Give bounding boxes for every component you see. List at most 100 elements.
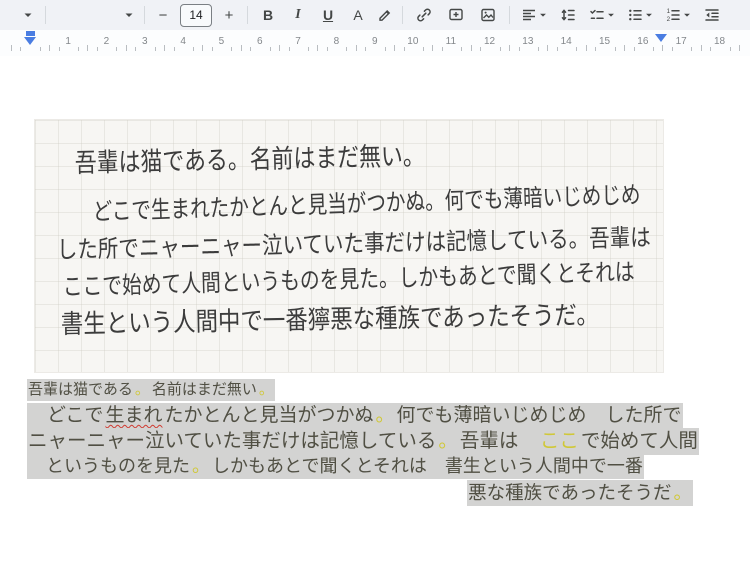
ruler-tick <box>585 45 587 51</box>
chevron-down-icon <box>684 13 690 17</box>
insert-link-icon[interactable] <box>408 2 440 28</box>
ocr-text-block[interactable]: 吾輩は猫である。名前はまだ無い。 どこで 生まれ たかとんと見当がつかぬ。何でも薄暗… <box>27 377 699 507</box>
ruler-tick <box>394 45 396 51</box>
ruler-unit-label: 16 <box>637 36 649 47</box>
ruler-unit-label: 15 <box>598 36 611 47</box>
ruler-unit-label: 9 <box>371 36 378 47</box>
ruler-tick <box>547 45 549 51</box>
ruler-tick <box>240 45 242 51</box>
ruler-tick <box>365 47 367 51</box>
align-button[interactable] <box>515 2 553 28</box>
add-comment-icon[interactable] <box>440 2 472 28</box>
ruler-unit-label: 1 <box>65 36 71 47</box>
checklist-button[interactable] <box>583 2 621 28</box>
styles-dropdown-caret-icon[interactable] <box>16 2 40 28</box>
ruler-tick <box>327 47 329 51</box>
ruler-tick <box>710 47 712 51</box>
ruler-tick <box>461 47 463 51</box>
highlight-pen-icon[interactable] <box>373 2 397 28</box>
ruler-tick <box>97 47 99 51</box>
first-line-indent-marker[interactable] <box>26 31 35 36</box>
toolbar-separator <box>509 6 510 24</box>
ruler-tick <box>135 47 137 51</box>
ruler-tick <box>20 47 22 51</box>
ruler-unit-label: 10 <box>407 36 419 47</box>
line-spacing-icon[interactable] <box>553 2 583 28</box>
ocr-text: 名前はまだ無い <box>150 379 258 401</box>
bold-button[interactable]: B <box>253 2 283 28</box>
ruler-tick <box>576 47 578 51</box>
ruler-tick <box>49 45 51 51</box>
ocr-low-confidence-text: ここ <box>538 427 580 455</box>
ruler-tick <box>307 47 309 51</box>
chevron-down-icon <box>646 13 652 17</box>
ruler-tick <box>557 47 559 51</box>
ruler-unit-label: 7 <box>295 36 301 47</box>
ruler-tick <box>509 45 511 51</box>
ocr-text: ニャーニャー泣いていた事だけは記憶している <box>27 427 438 455</box>
bulleted-list-button[interactable] <box>621 2 659 28</box>
ocr-text: 吾輩は猫である <box>27 379 134 401</box>
ruler-tick <box>288 47 290 51</box>
ruler-tick <box>384 47 386 51</box>
toolbar: − 14 + B I U A 1 2 <box>0 0 750 30</box>
ruler-tick <box>279 45 281 51</box>
ruler-tick <box>77 47 79 51</box>
ruler-tick <box>729 47 731 51</box>
ruler-tick <box>432 45 434 51</box>
chevron-down-icon <box>125 13 133 17</box>
ruler-tick <box>480 47 482 51</box>
ruler-unit-label: 12 <box>483 36 496 47</box>
ruler-tick <box>202 45 204 51</box>
italic-button[interactable]: I <box>283 2 313 28</box>
ruler-unit-label: 3 <box>141 36 148 47</box>
ocr-line[interactable]: ニャーニャー泣いていた事だけは記憶している。吾輩は ここ で始めて人間 <box>27 427 699 455</box>
numbered-list-button[interactable]: 1 2 <box>659 2 697 28</box>
text-color-button[interactable]: A <box>343 2 373 28</box>
ocr-line[interactable]: というものを見た。しかもあとで聞くとそれは 書生という人間中で一番 <box>27 454 693 480</box>
ocr-low-confidence-text: 。 <box>672 480 693 507</box>
left-indent-marker[interactable] <box>24 37 36 45</box>
underline-button[interactable]: U <box>313 2 343 28</box>
ruler-tick <box>739 45 741 51</box>
insert-image-icon[interactable] <box>472 2 504 28</box>
font-family-dropdown[interactable] <box>51 3 139 27</box>
indent-icon[interactable] <box>697 2 727 28</box>
ocr-text: というものを見た <box>27 454 191 480</box>
chevron-down-icon <box>608 13 614 17</box>
ruler-unit-label: 13 <box>522 36 534 47</box>
right-indent-marker[interactable] <box>655 34 667 42</box>
ruler-tick <box>499 47 501 51</box>
decrease-font-size-button[interactable]: − <box>150 2 176 28</box>
toolbar-separator <box>144 6 145 24</box>
increase-font-size-button[interactable]: + <box>216 2 242 28</box>
handwriting-svg: 吾輩は猫である。名前はまだ無い。どこで生まれたかとんと見当がつかぬ。何でも薄暗い… <box>57 141 651 339</box>
handwritten-note-image[interactable]: 吾輩は猫である。名前はまだ無い。 どこで生まれたかとんと見当がつかぬ。何でも薄暗い… <box>34 119 664 373</box>
ruler-tick <box>691 47 693 51</box>
ocr-line[interactable]: 悪な種族であったそうだ。 <box>27 480 693 507</box>
ocr-text: 何でも薄暗いじめじめ した所で <box>395 402 683 429</box>
ocr-line[interactable]: 吾輩は猫である。名前はまだ無い。 <box>27 377 693 403</box>
toolbar-separator <box>247 6 248 24</box>
ocr-low-confidence-text: 。 <box>257 379 275 401</box>
ruler-tick <box>633 47 635 51</box>
handwritten-line: 書生という人間中で一番獰悪な種族であったそうだ。 <box>61 300 599 339</box>
ruler-tick <box>125 45 127 51</box>
ocr-misspelled-text: 生まれ <box>104 402 164 429</box>
ocr-low-confidence-text: 。 <box>374 402 396 429</box>
ruler-tick <box>10 45 12 51</box>
font-size-input[interactable]: 14 <box>180 3 212 27</box>
ruler-unit-label: 8 <box>333 36 340 47</box>
toolbar-separator <box>45 6 46 24</box>
handwritten-line: した所でニャーニャー泣いていた事だけは記憶している。吾輩は <box>57 225 651 264</box>
document-canvas[interactable]: 吾輩は猫である。名前はまだ無い。 どこで生まれたかとんと見当がつかぬ。何でも薄暗い… <box>0 56 750 563</box>
ruler-tick <box>87 45 89 51</box>
ruler-tick <box>231 47 233 51</box>
handwritten-line: どこで生まれたかとんと見当がつかぬ。何でも薄暗いじめじめ <box>92 182 641 226</box>
ruler-tick <box>355 45 357 51</box>
ruler-tick <box>595 47 597 51</box>
ruler-unit-label: 5 <box>218 36 225 47</box>
ruler-tick <box>662 45 664 51</box>
ruler-tick <box>39 47 41 51</box>
ocr-line[interactable]: どこで 生まれ たかとんと見当がつかぬ。何でも薄暗いじめじめ した所で <box>27 402 693 429</box>
